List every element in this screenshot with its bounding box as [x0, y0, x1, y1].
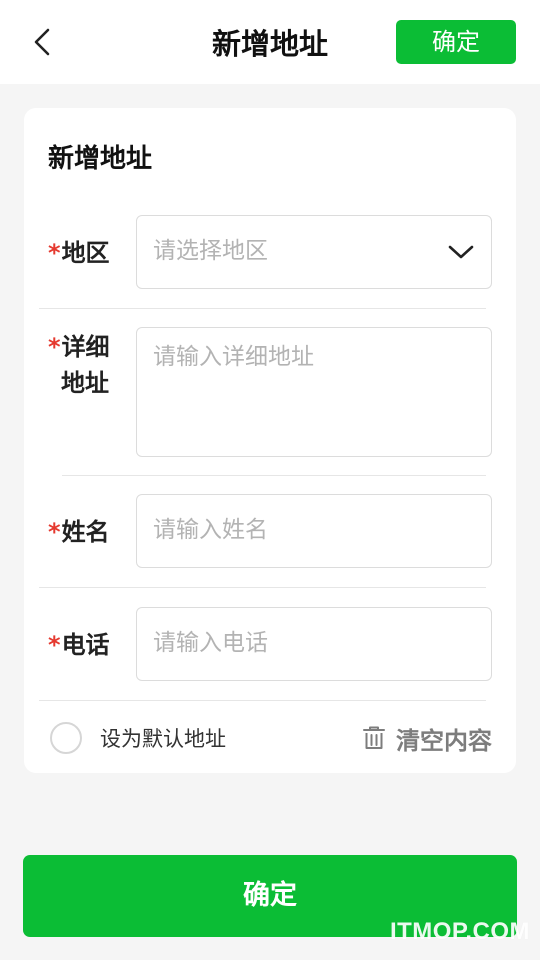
clear-content-label: 清空内容	[396, 726, 492, 755]
chevron-down-icon	[448, 245, 474, 259]
divider	[62, 475, 486, 476]
detail-address-label: *详细 地址	[48, 329, 110, 401]
detail-address-textarea[interactable]: 请输入详细地址	[136, 327, 492, 457]
required-mark: *	[48, 239, 61, 267]
divider	[39, 587, 486, 588]
chevron-left-icon	[34, 28, 50, 56]
phone-placeholder: 请输入电话	[153, 630, 268, 656]
header-confirm-button[interactable]: 确定	[396, 20, 516, 64]
phone-label: *电话	[48, 627, 110, 663]
phone-input[interactable]: 请输入电话	[136, 607, 492, 681]
region-label: *地区	[48, 235, 110, 271]
default-address-radio[interactable]	[50, 722, 82, 754]
back-button[interactable]	[22, 22, 62, 62]
required-mark: *	[48, 631, 61, 659]
default-address-toggle[interactable]: 设为默认地址	[50, 721, 226, 755]
name-label: *姓名	[48, 514, 110, 550]
region-label-text: 地区	[61, 239, 110, 267]
phone-label-text: 电话	[61, 631, 110, 659]
region-placeholder: 请选择地区	[153, 238, 268, 264]
address-form-card: 新增地址 *地区 请选择地区 *详细 地址 请输入详细地址 *姓名 请输入姓名	[24, 108, 516, 773]
name-placeholder: 请输入姓名	[153, 517, 268, 543]
trash-icon	[363, 726, 385, 749]
page: 新增地址 确定 新增地址 *地区 请选择地区 *详细 地址 请输入详细地址 *姓…	[0, 0, 540, 960]
name-input[interactable]: 请输入姓名	[136, 494, 492, 568]
detail-address-placeholder: 请输入详细地址	[153, 344, 314, 370]
default-address-label: 设为默认地址	[100, 727, 226, 751]
card-title: 新增地址	[48, 144, 153, 174]
detail-label-line1: 详细	[61, 333, 110, 361]
required-mark: *	[48, 518, 61, 546]
required-mark: *	[48, 333, 61, 361]
name-label-text: 姓名	[61, 518, 110, 546]
detail-label-line2: 地址	[61, 369, 109, 397]
clear-content-button[interactable]: 清空内容	[362, 720, 492, 756]
region-select[interactable]: 请选择地区	[136, 215, 492, 289]
divider	[39, 700, 486, 701]
watermark: ITMOP.COM	[389, 918, 530, 945]
divider	[39, 308, 486, 309]
nav-header: 新增地址 确定	[0, 0, 540, 84]
